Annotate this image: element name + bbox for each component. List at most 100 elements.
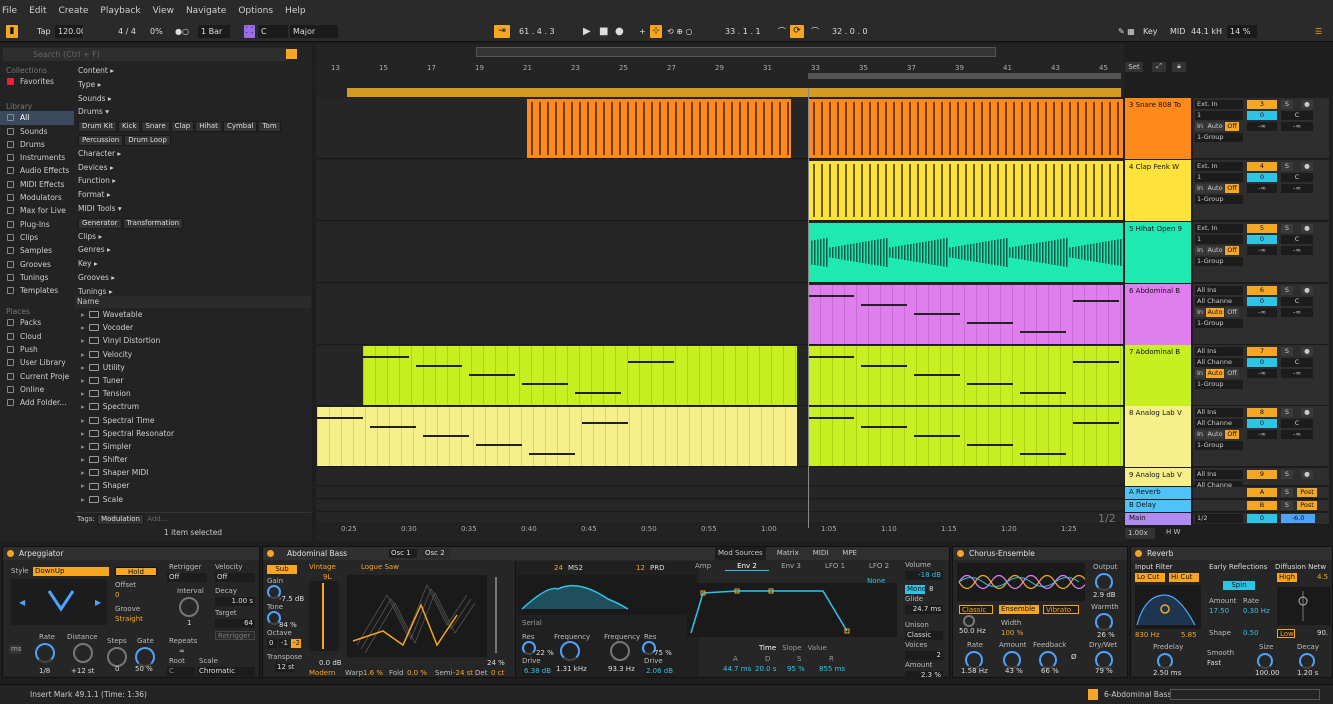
menu-icon[interactable]: ☰ <box>1312 25 1328 38</box>
send-a[interactable]: -∞ <box>1247 308 1277 317</box>
scale-menu[interactable]: Major <box>290 25 338 38</box>
monitor-auto[interactable]: Auto <box>1206 369 1224 378</box>
adsr-value[interactable]: 95 % <box>787 665 805 673</box>
solo-button[interactable]: S <box>1281 100 1293 109</box>
input-type-menu[interactable]: Ext. In <box>1195 224 1243 233</box>
browser-item[interactable]: ▸ Vocoder <box>75 321 311 334</box>
env-tab[interactable]: Env 2 <box>725 562 769 571</box>
expand-arrow-icon[interactable]: ▸ <box>81 440 85 453</box>
browser-item[interactable]: ▸ Vinyl Distortion <box>75 334 311 347</box>
menu-playback[interactable]: Playback <box>100 6 140 16</box>
main-number[interactable]: 0 <box>1247 514 1277 523</box>
adsr-value[interactable]: 855 ms <box>819 665 845 673</box>
track-header[interactable]: 6 Abdominal B <box>1125 284 1191 345</box>
expand-arrow-icon[interactable]: ▸ <box>81 334 85 347</box>
place-item-2[interactable]: Push <box>0 343 74 356</box>
menu-help[interactable]: Help <box>285 6 306 16</box>
drum-chip[interactable]: Clap <box>170 121 195 133</box>
volume-field[interactable]: 0 <box>1247 358 1277 367</box>
track-lane[interactable] <box>317 500 1123 512</box>
input-filter-graph[interactable] <box>1135 585 1201 629</box>
high-button[interactable]: High <box>1277 573 1297 582</box>
track-lane[interactable] <box>317 160 1123 221</box>
loop-start[interactable]: 33 . 1 . 1 <box>722 25 770 38</box>
volume-field[interactable]: 0 <box>1247 111 1277 120</box>
env-tab[interactable]: Env 3 <box>769 562 813 570</box>
env-tab[interactable]: Amp <box>681 562 725 570</box>
track-number[interactable]: 5 <box>1247 224 1277 233</box>
width-value[interactable]: 100 % <box>1001 629 1023 637</box>
expand-arrow-icon[interactable]: ▸ <box>81 453 85 466</box>
filter-item[interactable]: Drums ▾ <box>75 105 311 119</box>
device-on-icon[interactable] <box>267 550 274 557</box>
menu-navigate[interactable]: Navigate <box>186 6 226 16</box>
drum-chip[interactable]: Tom <box>258 121 281 133</box>
place-item-3[interactable]: User Library <box>0 356 74 369</box>
drum-chip[interactable]: Snare <box>141 121 170 133</box>
sidebar-item-all[interactable]: All <box>0 111 74 125</box>
device-on-icon[interactable] <box>957 550 964 557</box>
osc2-tab[interactable]: Osc 2 <box>423 549 451 558</box>
output-menu[interactable]: 1-Group <box>1195 319 1243 328</box>
solo-button[interactable]: S <box>1281 162 1293 171</box>
send-b[interactable]: -∞ <box>1281 369 1313 378</box>
input-type-menu[interactable]: All Ins <box>1195 286 1243 295</box>
sidebar-item-templates[interactable]: Templates <box>0 284 74 297</box>
monitor-auto[interactable]: Auto <box>1206 308 1224 317</box>
filter-item[interactable]: Content ▸ <box>75 64 311 78</box>
stop-icon[interactable]: ■ <box>596 25 608 38</box>
return-header[interactable]: Main <box>1125 513 1191 525</box>
wavetable-name[interactable]: Logue Saw <box>361 563 399 571</box>
drum-chip[interactable]: Hihat <box>195 121 222 133</box>
filter-item[interactable]: Genres ▸ <box>75 243 311 257</box>
drum-chip[interactable]: Kick <box>118 121 141 133</box>
sidebar-item-midi-effects[interactable]: MIDI Effects <box>0 178 74 191</box>
browser-item[interactable]: ▸ Spectral Time <box>75 414 311 427</box>
low-button[interactable]: Low <box>1277 629 1295 638</box>
expand-arrow-icon[interactable]: ▸ <box>81 321 85 334</box>
er-rate-value[interactable]: 0.30 Hz <box>1243 607 1270 615</box>
env-tab[interactable]: LFO 1 <box>813 562 857 570</box>
solo-button[interactable]: S <box>1281 470 1293 479</box>
semi-value[interactable]: -24 st <box>453 669 473 677</box>
midi-tool-chip[interactable]: Generator <box>78 217 122 229</box>
return-letter[interactable]: B <box>1247 501 1277 510</box>
filter-icon[interactable] <box>286 49 297 59</box>
filter-item[interactable]: Key ▸ <box>75 257 311 271</box>
expand-arrow-icon[interactable]: ▸ <box>81 493 85 506</box>
tap-button[interactable]: Tap <box>34 25 54 38</box>
tempo-field[interactable]: 120.00 <box>55 25 83 38</box>
input-type-menu[interactable]: Ext. In <box>1195 162 1243 171</box>
post-button[interactable]: Post <box>1297 501 1317 510</box>
volume-field[interactable]: 0 <box>1247 235 1277 244</box>
osc1-tab[interactable]: Osc 1 <box>389 549 417 558</box>
input-channel-menu[interactable]: All Channe <box>1195 297 1243 306</box>
osc-mode[interactable]: Modern <box>309 669 335 677</box>
monitor-auto[interactable]: Auto <box>1206 184 1224 193</box>
arm-icon[interactable]: ● <box>1301 100 1313 109</box>
output-menu[interactable]: 1-Group <box>1195 257 1243 266</box>
pan-field[interactable]: C <box>1281 358 1313 367</box>
monitor-off[interactable]: Off <box>1225 246 1239 255</box>
menu-edit[interactable]: Edit <box>29 6 46 16</box>
draw-mode-icon[interactable]: ✎ ▦ <box>1115 25 1137 38</box>
arm-icon[interactable]: ● <box>1301 224 1313 233</box>
sidebar-item-instruments[interactable]: Instruments <box>0 151 74 164</box>
drum-chip[interactable]: Percussion <box>78 134 124 146</box>
sidebar-item-tunings[interactable]: Tunings <box>0 271 74 284</box>
monitor-in[interactable]: In <box>1195 430 1205 439</box>
monitor-off[interactable]: Off <box>1225 430 1239 439</box>
volume-field[interactable]: 0 <box>1247 297 1277 306</box>
monitor-in[interactable]: In <box>1195 369 1205 378</box>
pan-field[interactable]: C <box>1281 235 1313 244</box>
spin-button[interactable]: Spin <box>1223 581 1255 590</box>
er-amount-value[interactable]: 17.50 <box>1209 607 1229 615</box>
track-header[interactable]: 4 Clap Fenk W <box>1125 160 1191 221</box>
sidebar-item-plug-ins[interactable]: Plug-Ins <box>0 218 74 231</box>
solo-button[interactable]: S <box>1281 488 1293 497</box>
place-item-6[interactable]: Add Folder... <box>0 396 74 409</box>
input-channel-menu[interactable]: All Channe <box>1195 358 1243 367</box>
monitor-auto[interactable]: Auto <box>1206 122 1224 131</box>
device-on-icon[interactable] <box>7 550 14 557</box>
capture-icons[interactable]: ⟲ ⊕ ○ <box>664 25 700 38</box>
